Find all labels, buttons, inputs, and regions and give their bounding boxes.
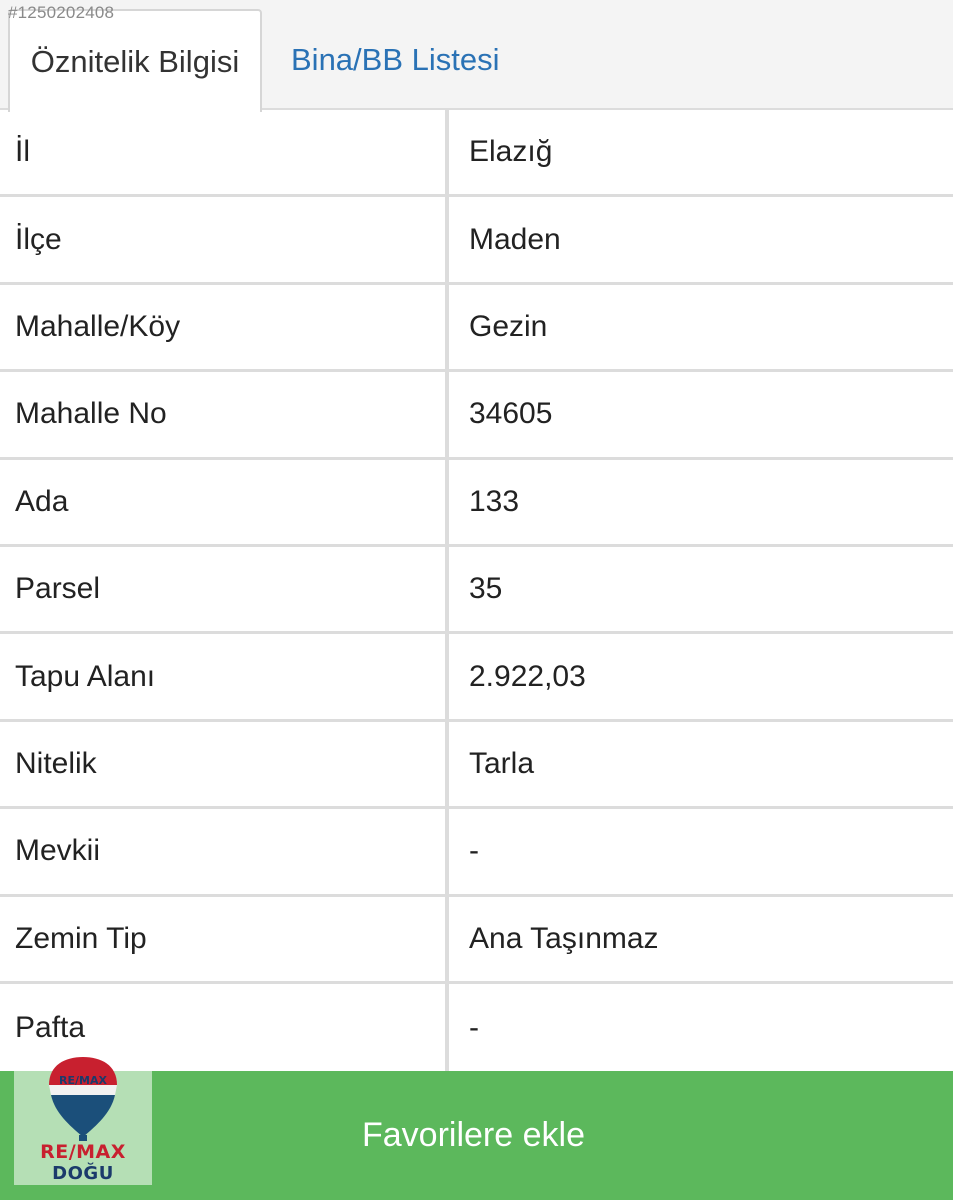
table-row: Mevkii - [0,809,953,897]
listing-id: #1250202408 [8,3,115,22]
tab-bar: Öznitelik Bilgisi Bina/BB Listesi [0,0,953,112]
table-row: İlçe Maden [0,197,953,285]
add-to-favorites-label: Favorilere ekle [362,1116,585,1154]
tab-building-list[interactable]: Bina/BB Listesi [291,9,500,110]
row-key: Mevkii [0,809,445,894]
table-row: Tapu Alanı 2.922,03 [0,634,953,722]
row-value: Tarla [449,721,953,807]
row-value: Maden [449,197,953,282]
table-row: Parsel 35 [0,546,953,635]
row-value: 34605 [449,372,953,457]
row-key: Nitelik [0,721,445,807]
remax-dogu-logo: RE/MAX RE/MAX DOĞU [14,1051,152,1185]
row-value: - [449,809,953,894]
row-value: Gezin [449,284,953,370]
table-row: Zemin Tip Ana Taşınmaz [0,896,953,984]
attribute-table: İl Elazığ İlçe Maden Mahalle/Köy Gezin M… [0,110,953,1072]
tab-attribute-info[interactable]: Öznitelik Bilgisi [8,9,262,112]
logo-office: DOĞU [52,1163,114,1184]
row-key: Tapu Alanı [0,634,445,719]
row-key: Zemin Tip [0,896,445,981]
table-row: Mahalle No 34605 [0,372,953,460]
row-key: İl [0,110,445,195]
row-key: Mahalle/Köy [0,284,445,370]
table-row: Mahalle/Köy Gezin [0,284,953,373]
balloon-icon: RE/MAX [49,1057,117,1141]
table-row: İl Elazığ [0,110,953,198]
row-value: Ana Taşınmaz [449,896,953,981]
row-value: - [449,983,953,1072]
row-key: Mahalle No [0,372,445,457]
row-key: Parsel [0,546,445,632]
logo-brand: RE/MAX [40,1141,126,1163]
row-value: 2.922,03 [449,634,953,719]
table-row: Nitelik Tarla [0,721,953,810]
row-value: 35 [449,546,953,632]
row-value: 133 [449,459,953,544]
row-key: İlçe [0,197,445,282]
row-key: Ada [0,459,445,544]
balloon-text: RE/MAX [59,1074,107,1087]
row-value: Elazığ [449,110,953,195]
table-row: Ada 133 [0,459,953,547]
